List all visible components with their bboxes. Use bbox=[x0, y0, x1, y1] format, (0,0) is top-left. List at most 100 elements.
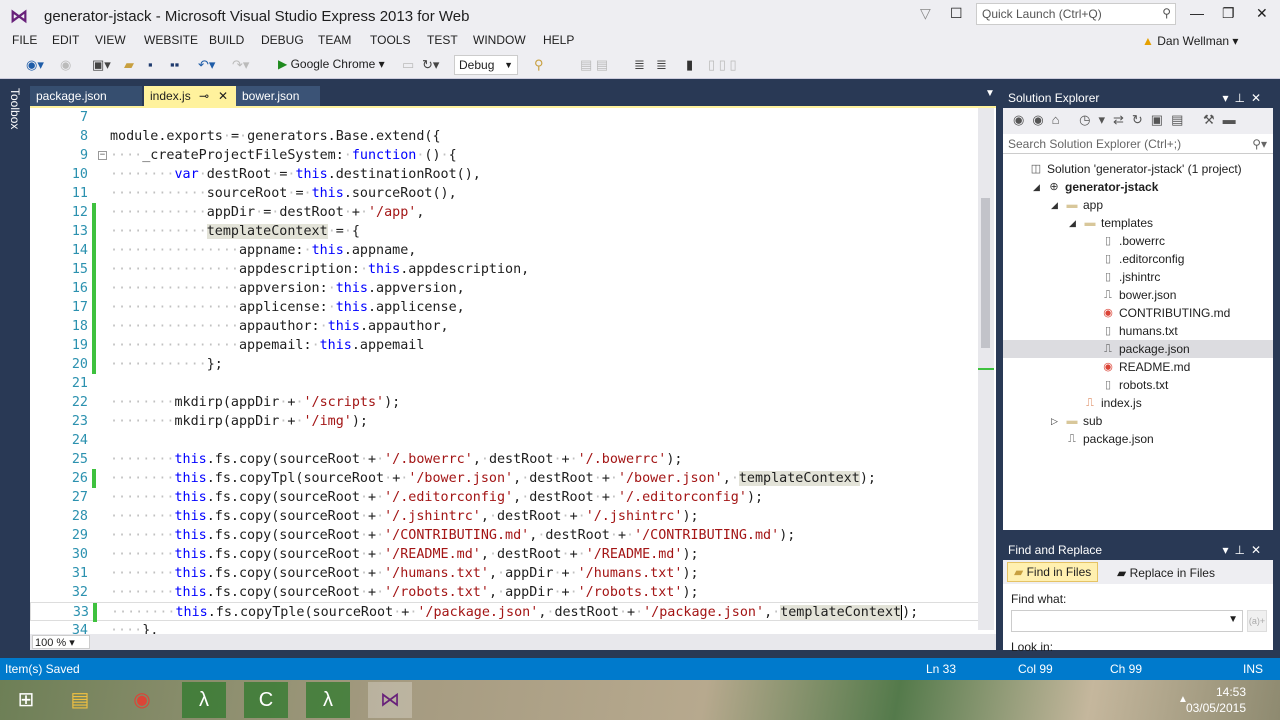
comment-icon[interactable]: ≣ bbox=[634, 57, 645, 73]
replace-in-files-button[interactable]: ▰ Replace in Files bbox=[1111, 564, 1221, 582]
chrome-icon[interactable]: ◉ bbox=[120, 682, 164, 718]
browser-link-icon[interactable]: ▭ bbox=[402, 57, 414, 73]
solution-tree-item[interactable]: ▯ humans.txt bbox=[1003, 322, 1273, 340]
scroll-thumb[interactable] bbox=[981, 198, 990, 348]
solution-tree-item[interactable]: ▯ .editorconfig bbox=[1003, 250, 1273, 268]
solution-explorer-toolbar[interactable]: ◉◉⌂ ◷▾⇄↻▣▤ ⚒▬ bbox=[1003, 108, 1273, 134]
open-file-icon[interactable]: ▰ bbox=[124, 57, 134, 73]
pin-icon[interactable]: ⊸ bbox=[199, 89, 209, 103]
collapse-icon[interactable]: − bbox=[98, 151, 107, 160]
close-tab-icon[interactable]: ✕ bbox=[218, 89, 228, 103]
expand-arrow-icon[interactable]: ▷ bbox=[1051, 412, 1058, 430]
solution-tree-item[interactable]: ◫ Solution 'generator-jstack' (1 project) bbox=[1003, 160, 1273, 178]
code-line[interactable]: 33 ········this.fs.copyTple(sourceRoot·+·… bbox=[30, 602, 980, 622]
solution-tree-item[interactable]: ▷ ▬ sub bbox=[1003, 412, 1273, 430]
console-icon[interactable]: λ bbox=[182, 682, 226, 718]
bookmark-icon[interactable]: ▮ bbox=[686, 57, 693, 73]
menu-file[interactable]: FILE bbox=[12, 33, 37, 47]
menu-test[interactable]: TEST bbox=[427, 33, 458, 47]
code-line[interactable]: 34 ····}, bbox=[30, 621, 980, 634]
save-icon[interactable]: ▪ bbox=[148, 57, 153, 72]
file-explorer-icon[interactable]: ▤ bbox=[58, 682, 102, 718]
code-line[interactable]: 13 ············templateContext·=·{ bbox=[30, 222, 980, 241]
collapse-arrow-icon[interactable]: ◢ bbox=[1051, 196, 1058, 214]
code-line[interactable]: 23 ········mkdirp(appDir·+·'/img'); bbox=[30, 412, 980, 431]
minimize-button[interactable]: — bbox=[1190, 5, 1204, 21]
code-line[interactable]: 15 ················appdescription:·this.a… bbox=[30, 260, 980, 279]
solution-search-input[interactable]: Search Solution Explorer (Ctrl+;) ⚲▾ bbox=[1003, 134, 1273, 154]
menu-view[interactable]: VIEW bbox=[95, 33, 126, 47]
code-line[interactable]: 9 − ····_createProjectFileSystem:·function… bbox=[30, 146, 980, 165]
save-all-icon[interactable]: ▪▪ bbox=[170, 57, 179, 72]
solution-tree-item[interactable]: ◢ ▬ app bbox=[1003, 196, 1273, 214]
menu-help[interactable]: HELP bbox=[543, 33, 574, 47]
collapse-arrow-icon[interactable]: ◢ bbox=[1033, 178, 1040, 196]
camtasia-icon[interactable]: C bbox=[244, 682, 288, 718]
clock[interactable]: 14:53 03/05/2015 bbox=[1186, 684, 1246, 716]
find-what-input[interactable]: ▼ bbox=[1011, 610, 1243, 632]
navigate-forward-icon[interactable]: ◉ bbox=[60, 57, 71, 73]
code-line[interactable]: 30 ········this.fs.copy(sourceRoot·+·'/RE… bbox=[30, 545, 980, 564]
code-line[interactable]: 21 bbox=[30, 374, 980, 393]
code-line[interactable]: 26 ········this.fs.copyTpl(sourceRoot·+·'… bbox=[30, 469, 980, 488]
solution-tree-item[interactable]: ◢ ⊕ generator-jstack bbox=[1003, 178, 1273, 196]
code-line[interactable]: 19 ················appemail:·this.appemai… bbox=[30, 336, 980, 355]
new-project-icon[interactable]: ▣▾ bbox=[92, 57, 111, 73]
toolbox-strip[interactable]: Toolbox bbox=[0, 80, 28, 650]
code-line[interactable]: 7 bbox=[30, 108, 980, 127]
code-line[interactable]: 20 ············}; bbox=[30, 355, 980, 374]
find-in-files-icon[interactable]: ⚲ bbox=[534, 57, 544, 73]
code-line[interactable]: 16 ················appversion:·this.appve… bbox=[30, 279, 980, 298]
tab-overflow-icon[interactable]: ▼ bbox=[985, 88, 995, 99]
uncomment-icon[interactable]: ≣ bbox=[656, 57, 667, 73]
start-button-icon[interactable]: ⊞ bbox=[4, 682, 48, 718]
menu-edit[interactable]: EDIT bbox=[52, 33, 79, 47]
code-line[interactable]: 25 ········this.fs.copy(sourceRoot·+·'/.b… bbox=[30, 450, 980, 469]
panel-controls[interactable]: ▾⊥✕ bbox=[1222, 91, 1267, 105]
code-line[interactable]: 24 bbox=[30, 431, 980, 450]
quick-launch-input[interactable]: Quick Launch (Ctrl+Q) ⚲ bbox=[976, 3, 1176, 25]
code-line[interactable]: 10 ········var·destRoot·=·this.destinatio… bbox=[30, 165, 980, 184]
menu-debug[interactable]: DEBUG bbox=[261, 33, 304, 47]
menu-build[interactable]: BUILD bbox=[209, 33, 244, 47]
undo-icon[interactable]: ↶▾ bbox=[198, 57, 215, 73]
code-line[interactable]: 11 ············sourceRoot·=·this.sourceRo… bbox=[30, 184, 980, 203]
solution-tree-item[interactable]: ◉ CONTRIBUTING.md bbox=[1003, 304, 1273, 322]
solution-tree-item[interactable]: ⎍ package.json bbox=[1003, 340, 1273, 358]
code-line[interactable]: 12 ············appDir·=·destRoot·+·'/app'… bbox=[30, 203, 980, 222]
collapse-arrow-icon[interactable]: ◢ bbox=[1069, 214, 1076, 232]
regex-builder-button[interactable]: (a)+ bbox=[1247, 610, 1267, 632]
tab-bower-json[interactable]: bower.json bbox=[236, 86, 320, 106]
console-icon-2[interactable]: λ bbox=[306, 682, 350, 718]
close-button[interactable]: ✕ bbox=[1256, 5, 1268, 22]
solution-tree-item[interactable]: ⎍ index.js bbox=[1003, 394, 1273, 412]
menu-team[interactable]: TEAM bbox=[318, 33, 351, 47]
solution-tree-item[interactable]: ▯ robots.txt bbox=[1003, 376, 1273, 394]
redo-icon[interactable]: ↷▾ bbox=[232, 57, 249, 73]
code-line[interactable]: 18 ················appauthor:·this.appaut… bbox=[30, 317, 980, 336]
solution-tree-item[interactable]: ▯ .jshintrc bbox=[1003, 268, 1273, 286]
code-line[interactable]: 32 ········this.fs.copy(sourceRoot·+·'/ro… bbox=[30, 583, 980, 602]
zoom-level-select[interactable]: 100 % ▾ bbox=[32, 635, 90, 649]
start-debugging-button[interactable]: ▶ Google Chrome ▾ bbox=[278, 57, 385, 71]
maximize-button[interactable]: ❐ bbox=[1222, 5, 1235, 22]
solution-tree-item[interactable]: ◢ ▬ templates bbox=[1003, 214, 1273, 232]
code-editor[interactable]: 7 8 module.exports·=·generators.Base.exten… bbox=[30, 106, 996, 634]
solution-configuration-select[interactable]: Debug ▼ bbox=[454, 55, 518, 75]
solution-tree-item[interactable]: ⎍ package.json bbox=[1003, 430, 1273, 448]
tab-index-js[interactable]: index.js ⊸ ✕ bbox=[144, 86, 236, 106]
solution-tree-item[interactable]: ⎍ bower.json bbox=[1003, 286, 1273, 304]
code-line[interactable]: 31 ········this.fs.copy(sourceRoot·+·'/hu… bbox=[30, 564, 980, 583]
user-account[interactable]: ▲ Dan Wellman ▾ bbox=[1142, 34, 1238, 48]
horizontal-scrollbar[interactable] bbox=[30, 634, 996, 650]
menu-website[interactable]: WEBSITE bbox=[144, 33, 198, 47]
find-in-files-button[interactable]: ▰ Find in Files bbox=[1007, 562, 1099, 582]
solution-tree-item[interactable]: ◉ README.md bbox=[1003, 358, 1273, 376]
code-line[interactable]: 22 ········mkdirp(appDir·+·'/scripts'); bbox=[30, 393, 980, 412]
notifications-filter-icon[interactable]: ▽ bbox=[920, 5, 931, 22]
code-line[interactable]: 14 ················appname:·this.appname, bbox=[30, 241, 980, 260]
navigate-back-icon[interactable]: ◉▾ bbox=[26, 57, 44, 73]
bookmark-nav-icons[interactable]: ▯ ▯ ▯ bbox=[708, 57, 737, 73]
panel-controls[interactable]: ▾⊥✕ bbox=[1222, 543, 1267, 557]
code-line[interactable]: 27 ········this.fs.copy(sourceRoot·+·'/.e… bbox=[30, 488, 980, 507]
